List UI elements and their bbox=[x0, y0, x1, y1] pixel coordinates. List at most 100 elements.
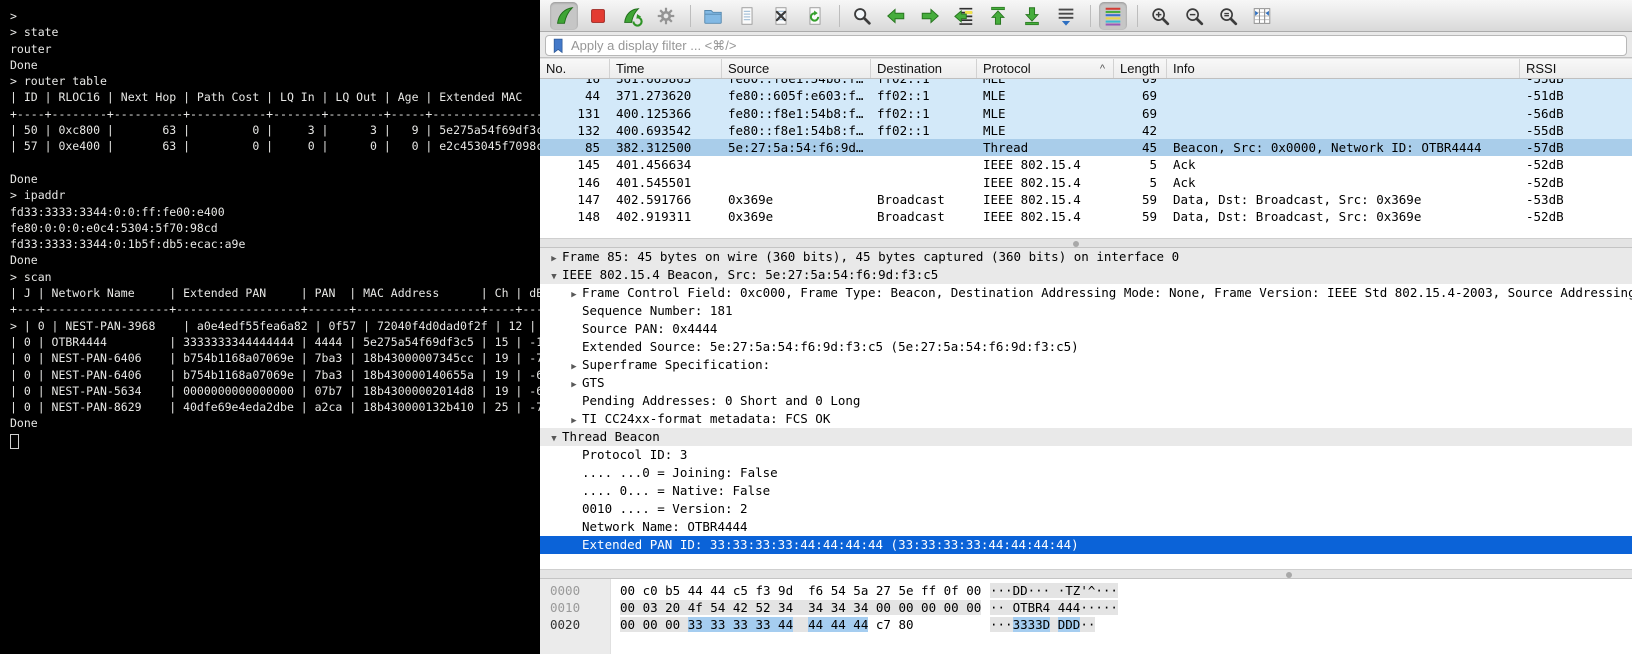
packet-cell-no: 16 bbox=[540, 79, 610, 87]
packet-row-44[interactable]: 44371.273620fe80::605f:e603:f…ff02::1MLE… bbox=[540, 87, 1632, 104]
go-last-button[interactable] bbox=[1018, 2, 1046, 30]
start-capture-button[interactable] bbox=[550, 2, 578, 30]
collapsed-arrow-icon[interactable]: ▶ bbox=[566, 358, 582, 374]
packet-cell-protocol: IEEE 802.15.4 bbox=[977, 208, 1114, 225]
detail-row[interactable]: Sequence Number: 181 bbox=[540, 302, 1632, 320]
detail-row[interactable]: Pending Addresses: 0 Short and 0 Long bbox=[540, 392, 1632, 410]
detail-row-text: Frame Control Field: 0xc000, Frame Type:… bbox=[582, 285, 1632, 300]
display-filter-input[interactable]: Apply a display filter ... <⌘/> bbox=[545, 35, 1627, 56]
packet-cell-no: 85 bbox=[540, 139, 610, 156]
packet-row-146[interactable]: 146401.545501IEEE 802.15.45Ack-52dB bbox=[540, 174, 1632, 191]
hex-row-0000[interactable]: 000000 c0 b5 44 44 c5 f3 9d f6 54 5a 27 … bbox=[540, 582, 1632, 599]
pane-splitter-bottom[interactable] bbox=[540, 569, 1632, 579]
packet-row-16[interactable]: 16361.665863fe80::f8e1:54b8:f…ff02::1MLE… bbox=[540, 79, 1632, 87]
detail-row-text: Protocol ID: 3 bbox=[582, 447, 687, 462]
open-file-button[interactable] bbox=[699, 2, 727, 30]
detail-row[interactable]: ▶Frame 85: 45 bytes on wire (360 bits), … bbox=[540, 248, 1632, 266]
packet-cell-info bbox=[1167, 79, 1520, 87]
go-to-packet-button[interactable] bbox=[950, 2, 978, 30]
packet-cell-rssi: -56dB bbox=[1520, 105, 1632, 122]
packet-cell-source: 0x369e bbox=[722, 191, 871, 208]
auto-scroll-button[interactable] bbox=[1052, 2, 1080, 30]
detail-row[interactable]: 0010 .... = Version: 2 bbox=[540, 500, 1632, 518]
packet-cell-dest bbox=[871, 139, 977, 156]
packet-cell-info: Data, Dst: Broadcast, Src: 0x369e bbox=[1167, 208, 1520, 225]
colorize-packets-button[interactable] bbox=[1099, 2, 1127, 30]
detail-row[interactable]: Network Name: OTBR4444 bbox=[540, 518, 1632, 536]
zoom-in-button[interactable] bbox=[1146, 2, 1174, 30]
colorize-packets-icon bbox=[1102, 5, 1124, 27]
save-file-button[interactable] bbox=[733, 2, 761, 30]
collapsed-arrow-icon[interactable]: ▶ bbox=[566, 412, 582, 428]
pane-splitter-top[interactable] bbox=[540, 238, 1632, 248]
go-back-button[interactable] bbox=[882, 2, 910, 30]
detail-row[interactable]: Source PAN: 0x4444 bbox=[540, 320, 1632, 338]
hex-row-0020[interactable]: 002000 00 00 33 33 33 33 44 44 44 44 c7 … bbox=[540, 616, 1632, 633]
column-header-protocol[interactable]: Protocol^ bbox=[977, 59, 1114, 78]
detail-row[interactable]: ▶Superframe Specification: bbox=[540, 356, 1632, 374]
go-forward-button[interactable] bbox=[916, 2, 944, 30]
packet-cell-time: 371.273620 bbox=[610, 87, 722, 104]
bookmark-icon[interactable] bbox=[552, 38, 565, 54]
detail-row[interactable]: ▶TI CC24xx-format metadata: FCS OK bbox=[540, 410, 1632, 428]
column-header-info[interactable]: Info bbox=[1167, 59, 1520, 78]
packet-row-147[interactable]: 147402.5917660x369eBroadcastIEEE 802.15.… bbox=[540, 191, 1632, 208]
resize-columns-button[interactable] bbox=[1248, 2, 1276, 30]
packet-cell-length: 59 bbox=[1114, 208, 1167, 225]
packet-cell-protocol: MLE bbox=[977, 87, 1114, 104]
reload-file-button[interactable] bbox=[801, 2, 829, 30]
column-header-time[interactable]: Time bbox=[610, 59, 722, 78]
column-header-no[interactable]: No. bbox=[540, 59, 610, 78]
hex-row-0010[interactable]: 001000 03 20 4f 54 42 52 34 34 34 34 00 … bbox=[540, 599, 1632, 616]
ascii-column: ·· OTBR4 444····· bbox=[990, 599, 1118, 616]
column-header-destination[interactable]: Destination bbox=[871, 59, 977, 78]
detail-row[interactable]: Extended Source: 5e:27:5a:54:f6:9d:f3:c5… bbox=[540, 338, 1632, 356]
collapsed-arrow-icon[interactable]: ▶ bbox=[566, 376, 582, 392]
column-header-source[interactable]: Source bbox=[722, 59, 871, 78]
capture-options-button[interactable] bbox=[652, 2, 680, 30]
stop-capture-button[interactable] bbox=[584, 2, 612, 30]
expanded-arrow-icon[interactable]: ▼ bbox=[546, 430, 562, 446]
column-header-rssi[interactable]: RSSI bbox=[1520, 59, 1632, 78]
find-packet-button[interactable] bbox=[848, 2, 876, 30]
save-file-icon bbox=[736, 5, 758, 27]
detail-row[interactable]: .... 0... = Native: False bbox=[540, 482, 1632, 500]
detail-row[interactable]: Extended PAN ID: 33:33:33:33:44:44:44:44… bbox=[540, 536, 1632, 554]
packet-row-145[interactable]: 145401.456634IEEE 802.15.45Ack-52dB bbox=[540, 156, 1632, 173]
ascii-bytes bbox=[1050, 617, 1058, 632]
detail-row[interactable]: ▶GTS bbox=[540, 374, 1632, 392]
zoom-original-button[interactable] bbox=[1214, 2, 1242, 30]
display-filter-bar: Apply a display filter ... <⌘/> bbox=[540, 32, 1632, 58]
collapsed-arrow-icon[interactable]: ▶ bbox=[566, 286, 582, 302]
column-header-length[interactable]: Length bbox=[1114, 59, 1167, 78]
detail-row[interactable]: ▼Thread Beacon bbox=[540, 428, 1632, 446]
detail-row[interactable]: ▶Frame Control Field: 0xc000, Frame Type… bbox=[540, 284, 1632, 302]
zoom-out-button[interactable] bbox=[1180, 2, 1208, 30]
packet-cell-no: 146 bbox=[540, 174, 610, 191]
packet-row-148[interactable]: 148402.9193110x369eBroadcastIEEE 802.15.… bbox=[540, 208, 1632, 225]
collapsed-arrow-icon[interactable]: ▶ bbox=[546, 250, 562, 266]
close-file-button[interactable] bbox=[767, 2, 795, 30]
detail-row-text: Frame 85: 45 bytes on wire (360 bits), 4… bbox=[562, 249, 1179, 264]
hex-bytes bbox=[793, 583, 808, 598]
ascii-bytes: ··· bbox=[990, 617, 1013, 632]
packet-cell-no: 147 bbox=[540, 191, 610, 208]
detail-row[interactable]: ▼IEEE 802.15.4 Beacon, Src: 5e:27:5a:54:… bbox=[540, 266, 1632, 284]
detail-row[interactable]: Protocol ID: 3 bbox=[540, 446, 1632, 464]
packet-cell-protocol: MLE bbox=[977, 105, 1114, 122]
packet-cell-time: 382.312500 bbox=[610, 139, 722, 156]
packet-row-85[interactable]: 85382.3125005e:27:5a:54:f6:9d…Thread45Be… bbox=[540, 139, 1632, 156]
packet-row-131[interactable]: 131400.125366fe80::f8e1:54b8:f…ff02::1ML… bbox=[540, 105, 1632, 122]
zoom-original-icon bbox=[1217, 5, 1239, 27]
expanded-arrow-icon[interactable]: ▼ bbox=[546, 268, 562, 284]
go-first-button[interactable] bbox=[984, 2, 1012, 30]
openthread-cli-terminal[interactable]: > > state router Done > router table | I… bbox=[0, 0, 540, 654]
ascii-bytes bbox=[1050, 583, 1058, 598]
restart-capture-button[interactable] bbox=[618, 2, 646, 30]
detail-row[interactable]: .... ...0 = Joining: False bbox=[540, 464, 1632, 482]
hex-bytes bbox=[793, 600, 808, 615]
packet-cell-length: 5 bbox=[1114, 174, 1167, 191]
packet-row-132[interactable]: 132400.693542fe80::f8e1:54b8:f…ff02::1ML… bbox=[540, 122, 1632, 139]
packet-cell-dest: ff02::1 bbox=[871, 105, 977, 122]
packet-cell-source bbox=[722, 156, 871, 173]
